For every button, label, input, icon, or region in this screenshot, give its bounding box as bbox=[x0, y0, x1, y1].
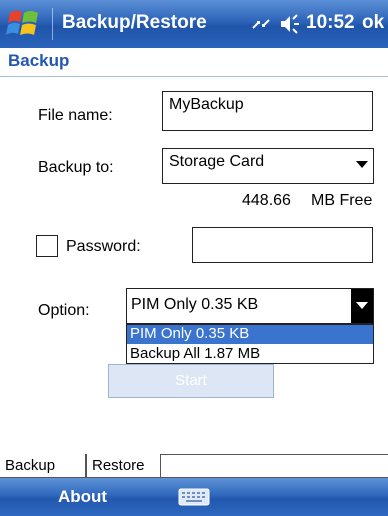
clock[interactable]: 10:52 bbox=[306, 12, 355, 34]
option-item-pim-only[interactable]: PIM Only 0.35 KB bbox=[127, 325, 373, 344]
tab-restore[interactable]: Restore bbox=[86, 454, 161, 478]
header-divider bbox=[0, 76, 388, 77]
free-space-unit: MB Free bbox=[311, 192, 373, 209]
password-label[interactable]: Password: bbox=[66, 238, 141, 256]
title-bar: Backup/Restore 10:52 ok bbox=[0, 0, 388, 48]
password-field[interactable] bbox=[192, 227, 373, 263]
start-button[interactable]: Start bbox=[108, 364, 274, 398]
softkey-bar: About bbox=[0, 478, 388, 516]
app-title: Backup/Restore bbox=[62, 12, 207, 33]
volume-icon[interactable] bbox=[279, 13, 301, 35]
keyboard-icon[interactable] bbox=[178, 487, 210, 507]
connectivity-icon[interactable] bbox=[250, 14, 272, 34]
option-dropdown-list: PIM Only 0.35 KB Backup All 1.87 MB bbox=[126, 324, 374, 364]
backup-to-value: Storage Card bbox=[169, 153, 265, 170]
windows-start-icon[interactable] bbox=[6, 7, 42, 41]
option-value: PIM Only 0.35 KB bbox=[131, 296, 259, 313]
file-name-value: MyBackup bbox=[169, 96, 244, 113]
file-name-input[interactable]: MyBackup bbox=[162, 91, 373, 131]
option-select[interactable]: PIM Only 0.35 KB bbox=[126, 288, 374, 324]
ok-button[interactable]: ok bbox=[362, 12, 384, 34]
option-item-backup-all[interactable]: Backup All 1.87 MB bbox=[127, 345, 373, 364]
title-divider bbox=[52, 8, 53, 40]
chevron-down-icon bbox=[356, 302, 368, 309]
option-label: Option: bbox=[38, 302, 90, 319]
backup-to-label: Backup to: bbox=[38, 159, 114, 176]
backup-to-select[interactable]: Storage Card bbox=[162, 148, 374, 184]
about-softkey[interactable]: About bbox=[58, 487, 107, 507]
option-dropdown-button[interactable] bbox=[351, 289, 373, 323]
free-space-amount: 448.66 bbox=[242, 192, 291, 209]
page-title: Backup bbox=[8, 51, 70, 70]
file-name-label: File name: bbox=[38, 107, 113, 124]
tab-backup[interactable]: Backup bbox=[0, 454, 86, 478]
chevron-down-icon bbox=[356, 161, 368, 168]
password-checkbox[interactable] bbox=[36, 235, 58, 257]
tabstrip-fill bbox=[161, 455, 388, 478]
